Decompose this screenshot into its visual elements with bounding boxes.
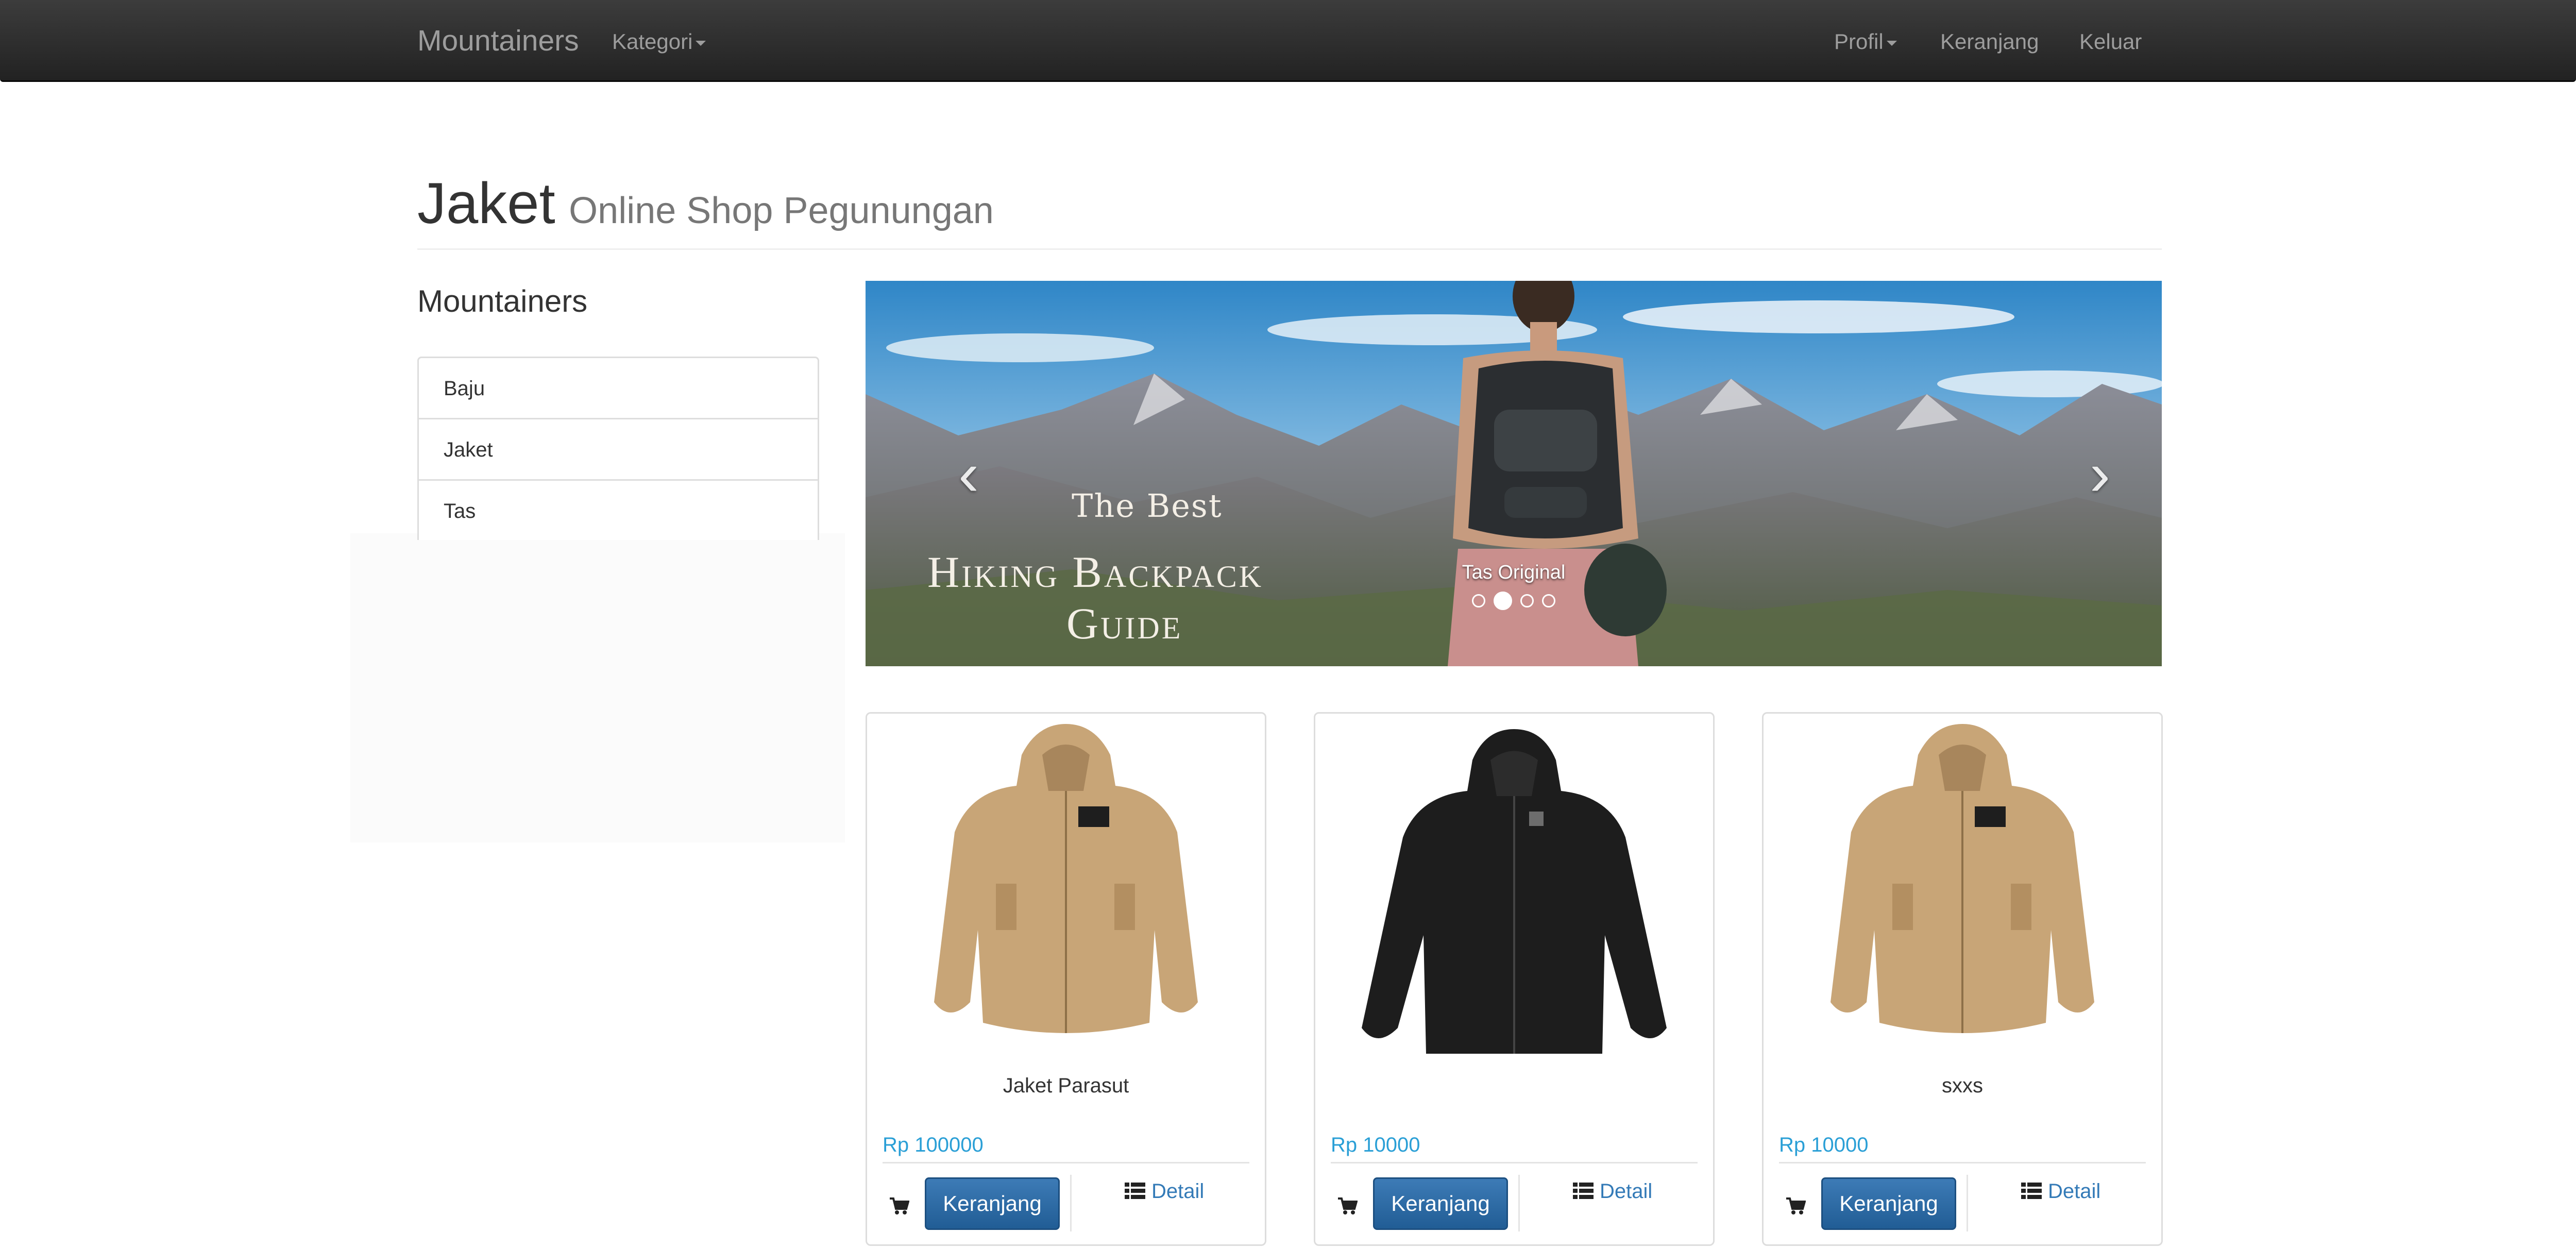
product-image-tan-jacket bbox=[1831, 724, 2094, 1033]
card-button-divider bbox=[1070, 1175, 1072, 1231]
page-title-main: Jaket bbox=[417, 171, 555, 235]
product-card: Rp 10000 Keranjang Detail bbox=[1314, 712, 1715, 1246]
category-item-tas[interactable]: Tas bbox=[417, 479, 819, 540]
sidebar-background bbox=[350, 533, 845, 842]
detail-label: Detail bbox=[1600, 1180, 1653, 1203]
caret-down-icon bbox=[696, 40, 706, 46]
card-divider bbox=[1331, 1162, 1698, 1163]
category-list: Baju Jaket Tas bbox=[417, 357, 819, 540]
caret-down-icon bbox=[1886, 40, 1897, 46]
carousel-indicator-active[interactable] bbox=[1494, 592, 1512, 610]
shopping-cart-icon bbox=[1786, 1197, 1806, 1214]
product-card: sxxs Rp 10000 Keranjang Detail bbox=[1762, 712, 2163, 1246]
carousel-prev-button[interactable]: ‹ bbox=[938, 435, 999, 513]
profil-dropdown[interactable]: Profil bbox=[1834, 0, 1897, 82]
brand-link[interactable]: Mountainers bbox=[417, 0, 579, 82]
carousel: The Best Hiking Backpack Guide ‹ › Tas O… bbox=[866, 281, 2162, 666]
list-icon bbox=[2021, 1183, 2042, 1199]
add-to-cart-button[interactable]: Keranjang bbox=[1821, 1177, 1956, 1230]
carousel-caption: Tas Original bbox=[1462, 562, 1566, 583]
navbar: Mountainers Kategori Profil Keranjang Ke… bbox=[0, 0, 2576, 82]
add-to-cart-button[interactable]: Keranjang bbox=[1373, 1177, 1508, 1230]
detail-link[interactable]: Detail bbox=[1125, 1180, 1204, 1203]
banner-text-line-1: The Best bbox=[1072, 487, 1223, 525]
keranjang-link[interactable]: Keranjang bbox=[1940, 0, 2039, 82]
kategori-dropdown[interactable]: Kategori bbox=[612, 0, 706, 82]
detail-label: Detail bbox=[1151, 1180, 1205, 1203]
card-button-divider bbox=[1518, 1175, 1520, 1231]
shopping-cart-icon bbox=[890, 1197, 909, 1214]
product-name: Jaket Parasut bbox=[1003, 1074, 1129, 1097]
carousel-indicator[interactable] bbox=[1520, 594, 1534, 607]
list-icon bbox=[1125, 1183, 1145, 1199]
card-divider bbox=[883, 1162, 1249, 1163]
detail-link[interactable]: Detail bbox=[2021, 1180, 2100, 1203]
product-price: Rp 10000 bbox=[1331, 1134, 1420, 1156]
product-card: Jaket Parasut Rp 100000 Keranjang Detail bbox=[866, 712, 1266, 1246]
card-button-divider bbox=[1967, 1175, 1968, 1231]
carousel-indicator[interactable] bbox=[1472, 594, 1485, 607]
category-item-jaket[interactable]: Jaket bbox=[417, 418, 819, 481]
list-icon bbox=[1573, 1183, 1594, 1199]
sidebar-title: Mountainers bbox=[417, 284, 588, 318]
profil-label: Profil bbox=[1834, 29, 1884, 54]
product-name: sxxs bbox=[1942, 1074, 1983, 1097]
carousel-indicator[interactable] bbox=[1542, 594, 1555, 607]
product-price: Rp 100000 bbox=[883, 1134, 984, 1156]
chevron-right-icon: › bbox=[2090, 440, 2110, 509]
detail-label: Detail bbox=[2048, 1180, 2101, 1203]
header-divider bbox=[417, 248, 2162, 250]
kategori-label: Kategori bbox=[612, 29, 693, 54]
card-divider bbox=[1779, 1162, 2146, 1163]
carousel-indicators bbox=[866, 592, 2162, 610]
keluar-link[interactable]: Keluar bbox=[2079, 0, 2142, 82]
carousel-next-button[interactable]: › bbox=[2069, 435, 2131, 513]
page-title: Jaket Online Shop Pegunungan bbox=[417, 170, 994, 237]
product-image-tan-jacket bbox=[934, 724, 1198, 1033]
product-image-black-jacket bbox=[1362, 729, 1667, 1054]
detail-link[interactable]: Detail bbox=[1573, 1180, 1652, 1203]
category-item-baju[interactable]: Baju bbox=[417, 357, 819, 419]
shopping-cart-icon bbox=[1338, 1197, 1358, 1214]
product-price: Rp 10000 bbox=[1779, 1134, 1869, 1156]
add-to-cart-button[interactable]: Keranjang bbox=[925, 1177, 1060, 1230]
page-subtitle: Online Shop Pegunungan bbox=[569, 190, 994, 231]
chevron-left-icon: ‹ bbox=[958, 440, 979, 509]
